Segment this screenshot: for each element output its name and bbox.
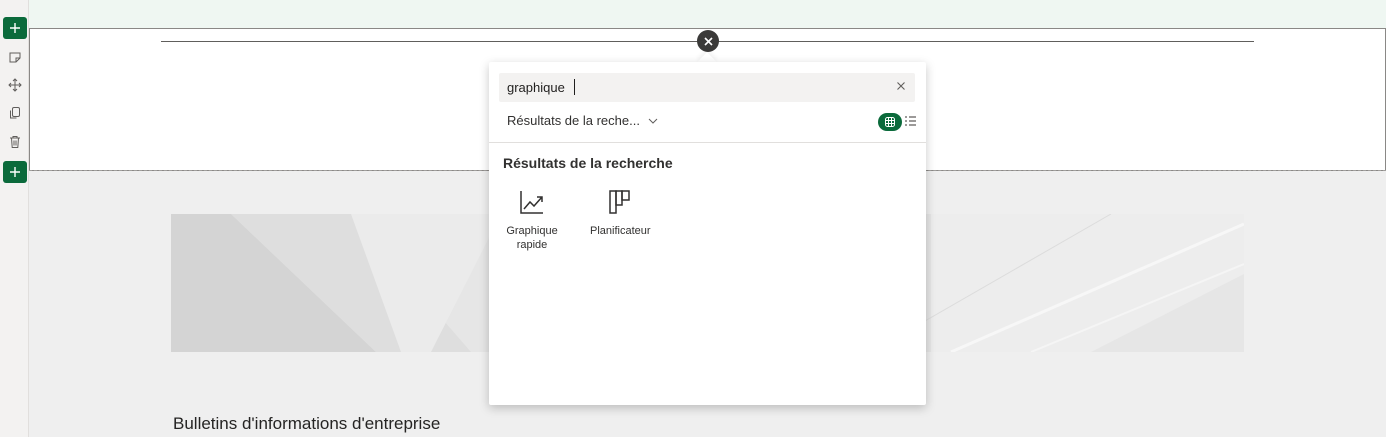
add-section-bottom-button[interactable] (3, 161, 27, 183)
plus-icon (10, 167, 20, 177)
panel-divider (489, 142, 926, 143)
copy-icon (10, 107, 20, 119)
trash-icon (10, 136, 20, 148)
result-quick-chart[interactable]: Graphique rapide (502, 186, 562, 252)
result-label: Graphique rapide (506, 225, 558, 251)
add-section-top-button[interactable] (3, 17, 27, 39)
results-filter-dropdown[interactable]: Résultats de la reche... (507, 113, 658, 128)
text-cursor (574, 79, 575, 95)
chevron-down-icon (648, 118, 658, 124)
grid-view-button[interactable] (878, 113, 902, 131)
plus-icon (10, 23, 20, 33)
result-planner[interactable]: Planificateur (590, 186, 651, 238)
section-toolbar (0, 0, 29, 437)
search-input-value[interactable]: graphique (507, 80, 565, 95)
edit-icon (9, 52, 21, 63)
grid-view-icon (885, 117, 895, 127)
close-toolbox-button[interactable] (697, 30, 719, 52)
filter-label: Résultats de la reche... (507, 113, 640, 128)
clear-search-icon[interactable] (896, 81, 906, 91)
list-view-icon[interactable] (905, 116, 916, 126)
move-section-button[interactable] (3, 74, 27, 96)
delete-section-button[interactable] (3, 131, 27, 153)
planner-icon (609, 190, 630, 214)
section-top-band (29, 0, 1386, 28)
result-label: Planificateur (590, 225, 651, 237)
close-icon (703, 36, 713, 46)
edit-section-button[interactable] (3, 46, 27, 68)
search-input[interactable]: graphique (499, 73, 915, 102)
move-icon (8, 78, 22, 92)
news-section-title: Bulletins d'informations d'entreprise (173, 414, 441, 433)
line-chart-icon (520, 191, 543, 214)
web-part-toolbox: graphique Résultats de la reche... Résul… (489, 62, 926, 405)
results-heading: Résultats de la recherche (503, 155, 673, 171)
duplicate-section-button[interactable] (3, 102, 27, 124)
